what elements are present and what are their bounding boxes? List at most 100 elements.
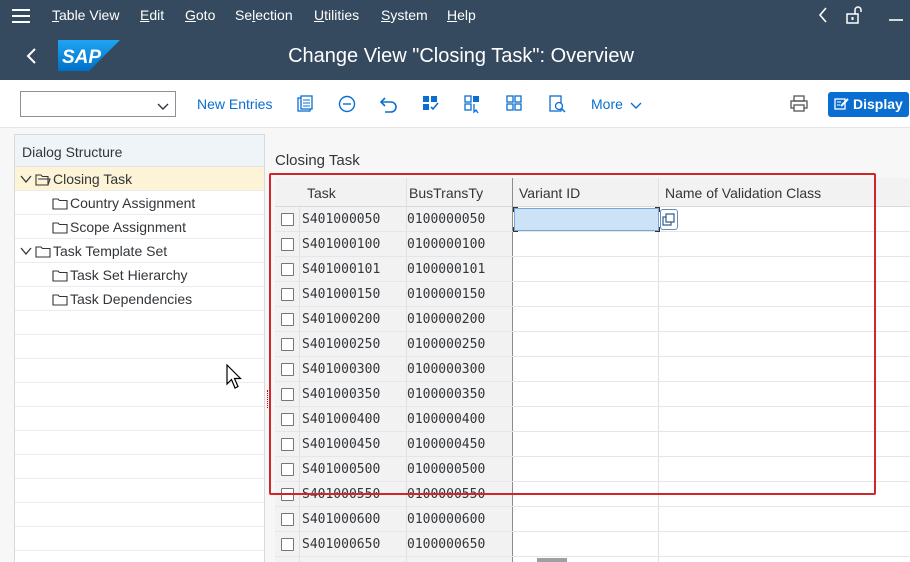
tree-empty-row xyxy=(15,503,264,527)
menu-item-table-view[interactable]: Table View xyxy=(52,7,119,23)
display-change-icon xyxy=(834,97,850,114)
select-all-icon[interactable] xyxy=(421,94,441,114)
print-preview-icon[interactable] xyxy=(547,94,567,114)
cell-bustransty: 0100000600 xyxy=(407,512,486,527)
menu-item-system[interactable]: System xyxy=(381,7,428,23)
row-select-checkbox[interactable] xyxy=(281,513,294,526)
table-row[interactable]: S401000100 0100000100 xyxy=(275,232,910,257)
expand-toggle-icon[interactable] xyxy=(20,244,32,260)
menu-item-goto[interactable]: Goto xyxy=(185,7,215,23)
variant-id-input-focused[interactable] xyxy=(513,207,660,232)
menu-item-help[interactable]: Help xyxy=(447,7,476,23)
horizontal-scrollbar-thumb[interactable] xyxy=(537,558,567,562)
command-dropdown[interactable] xyxy=(20,91,176,117)
column-header-task[interactable]: Task xyxy=(307,185,336,201)
cell-task: S401000250 xyxy=(302,337,381,352)
table-row[interactable]: S401000200 0100000200 xyxy=(275,307,910,332)
dialog-structure-panel: Dialog Structure Closing Task Country Ass… xyxy=(14,134,265,562)
cell-task: S401000200 xyxy=(302,312,381,327)
more-button[interactable]: More xyxy=(591,96,642,112)
tree-empty-row xyxy=(15,527,264,551)
cell-bustransty: 0100000200 xyxy=(407,312,486,327)
closing-task-table: Task BusTransTy Variant ID Name of Valid… xyxy=(275,178,910,562)
table-row[interactable]: S401000250 0100000250 xyxy=(275,332,910,357)
cell-bustransty: 0100000300 xyxy=(407,362,486,377)
undo-icon[interactable] xyxy=(379,94,399,114)
menu-item-selection[interactable]: Selection xyxy=(235,7,293,23)
cell-task: S401000150 xyxy=(302,287,381,302)
display-button-label: Display xyxy=(853,96,903,112)
row-select-checkbox[interactable] xyxy=(281,288,294,301)
tree-node-label: Task Template Set xyxy=(53,243,168,259)
tree-node-label: Country Assignment xyxy=(70,195,196,211)
more-button-label: More xyxy=(591,96,623,112)
chevron-left-icon[interactable] xyxy=(817,6,829,29)
table-row[interactable]: S401000400 0100000400 xyxy=(275,407,910,432)
row-select-checkbox[interactable] xyxy=(281,238,294,251)
table-row[interactable]: S401000300 0100000300 xyxy=(275,357,910,382)
select-block-icon[interactable] xyxy=(463,94,483,114)
cell-task: S401000550 xyxy=(302,487,381,502)
tree-node-label: Closing Task xyxy=(53,171,133,187)
tree-node-task-set-hierarchy[interactable]: Task Set Hierarchy xyxy=(15,263,264,287)
row-select-checkbox[interactable] xyxy=(281,413,294,426)
application-toolbar: New Entries More Display xyxy=(0,80,910,128)
new-entries-button[interactable]: New Entries xyxy=(197,96,272,112)
table-row[interactable]: S401000350 0100000350 xyxy=(275,382,910,407)
tree-node-task-dependencies[interactable]: Task Dependencies xyxy=(15,287,264,311)
folder-icon xyxy=(52,197,68,213)
column-header-variant-id[interactable]: Variant ID xyxy=(519,185,580,201)
cell-bustransty: 0100000100 xyxy=(407,237,486,252)
tree-node-scope-assignment[interactable]: Scope Assignment xyxy=(15,215,264,239)
cell-task: S401000650 xyxy=(302,537,381,552)
row-select-checkbox[interactable] xyxy=(281,213,294,226)
cell-task: S401000350 xyxy=(302,387,381,402)
row-select-checkbox[interactable] xyxy=(281,538,294,551)
tree-empty-row xyxy=(15,407,264,431)
print-icon[interactable] xyxy=(789,94,809,114)
cell-bustransty: 0100000150 xyxy=(407,287,486,302)
panel-resize-handle[interactable] xyxy=(267,390,270,408)
chevron-down-icon[interactable] xyxy=(157,98,169,114)
tree-node-country-assignment[interactable]: Country Assignment xyxy=(15,191,264,215)
expand-toggle-icon[interactable] xyxy=(20,172,32,188)
cell-task: S401000100 xyxy=(302,237,381,252)
minimize-icon[interactable] xyxy=(888,8,904,27)
value-help-button[interactable] xyxy=(660,209,678,230)
unlock-icon[interactable] xyxy=(845,5,863,30)
cell-bustransty: 0100000500 xyxy=(407,462,486,477)
cell-task: S401000400 xyxy=(302,412,381,427)
table-row[interactable]: S401000150 0100000150 xyxy=(275,282,910,307)
display-button[interactable]: Display xyxy=(828,92,909,117)
shell-header: SAP Change View "Closing Task": Overview xyxy=(0,32,910,80)
row-select-checkbox[interactable] xyxy=(281,313,294,326)
row-select-checkbox[interactable] xyxy=(281,438,294,451)
menu-item-utilities[interactable]: Utilities xyxy=(314,7,359,23)
hamburger-menu-icon[interactable] xyxy=(12,9,30,23)
tree-node-task-template-set[interactable]: Task Template Set xyxy=(15,239,264,263)
cell-task: S401000050 xyxy=(302,212,381,227)
table-row[interactable]: S401000600 0100000600 xyxy=(275,507,910,532)
row-select-checkbox[interactable] xyxy=(281,388,294,401)
table-row[interactable]: S401000500 0100000500 xyxy=(275,457,910,482)
tree-node-closing-task[interactable]: Closing Task xyxy=(15,167,264,191)
table-row[interactable]: S401000101 0100000101 xyxy=(275,257,910,282)
copy-as-icon[interactable] xyxy=(295,94,315,114)
table-row[interactable]: S401000450 0100000450 xyxy=(275,432,910,457)
tree-empty-row xyxy=(15,455,264,479)
table-row[interactable]: S401000650 0100000650 xyxy=(275,532,910,557)
row-select-checkbox[interactable] xyxy=(281,488,294,501)
table-row[interactable]: S401000550 0100000550 xyxy=(275,482,910,507)
row-select-checkbox[interactable] xyxy=(281,263,294,276)
tree-empty-row xyxy=(15,335,264,359)
deselect-all-icon[interactable] xyxy=(505,94,525,114)
row-select-checkbox[interactable] xyxy=(281,363,294,376)
tree-node-label: Task Set Hierarchy xyxy=(70,267,188,283)
menu-item-edit[interactable]: Edit xyxy=(140,7,164,23)
cell-bustransty: 0100000350 xyxy=(407,387,486,402)
column-header-bustransty[interactable]: BusTransTy xyxy=(409,185,483,201)
column-header-validation-class[interactable]: Name of Validation Class xyxy=(665,185,821,201)
delete-icon[interactable] xyxy=(337,94,357,114)
row-select-checkbox[interactable] xyxy=(281,463,294,476)
row-select-checkbox[interactable] xyxy=(281,338,294,351)
